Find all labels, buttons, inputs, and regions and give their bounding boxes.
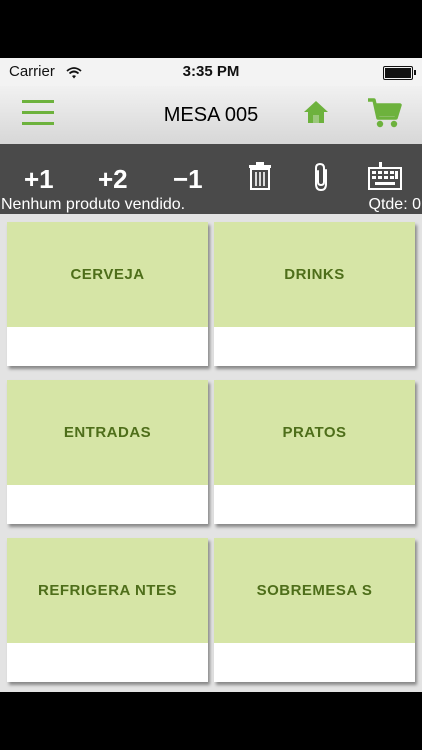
category-label: DRINKS bbox=[214, 222, 415, 327]
category-tile-cerveja[interactable]: CERVEJA bbox=[7, 222, 208, 366]
paperclip-icon[interactable] bbox=[311, 162, 333, 197]
page-title: MESA 005 bbox=[163, 104, 259, 126]
screen: Carrier 3:35 PM MESA 005 +1 +2 −1 Nenhum… bbox=[0, 58, 422, 692]
category-tile-entradas[interactable]: ENTRADAS bbox=[7, 380, 208, 524]
category-label: SOBREMESA S bbox=[214, 538, 415, 643]
action-toolbar: +1 +2 −1 Nenhum produto vendido. Qtde: 0 bbox=[0, 144, 422, 214]
category-tile-pratos[interactable]: PRATOS bbox=[214, 380, 415, 524]
status-bar: Carrier 3:35 PM bbox=[0, 58, 422, 86]
battery-icon bbox=[383, 66, 416, 80]
nav-bar: MESA 005 bbox=[0, 86, 422, 144]
category-tile-drinks[interactable]: DRINKS bbox=[214, 222, 415, 366]
plus-one-button[interactable]: +1 bbox=[24, 164, 54, 195]
sales-status-text: Nenhum produto vendido. bbox=[1, 196, 186, 213]
category-tile-refrigerantes[interactable]: REFRIGERA NTES bbox=[7, 538, 208, 682]
plus-two-button[interactable]: +2 bbox=[98, 164, 128, 195]
keyboard-icon[interactable] bbox=[368, 162, 402, 195]
cart-icon[interactable] bbox=[366, 96, 402, 135]
clock: 3:35 PM bbox=[182, 63, 240, 80]
home-icon[interactable] bbox=[302, 98, 330, 131]
category-tile-sobremesas[interactable]: SOBREMESA S bbox=[214, 538, 415, 682]
category-label: REFRIGERA NTES bbox=[7, 538, 208, 643]
quantity-label: Qtde: 0 bbox=[368, 196, 421, 213]
category-label: PRATOS bbox=[214, 380, 415, 485]
minus-one-button[interactable]: −1 bbox=[173, 164, 203, 195]
category-label: ENTRADAS bbox=[7, 380, 208, 485]
category-label: CERVEJA bbox=[7, 222, 208, 327]
trash-icon[interactable] bbox=[248, 162, 272, 195]
